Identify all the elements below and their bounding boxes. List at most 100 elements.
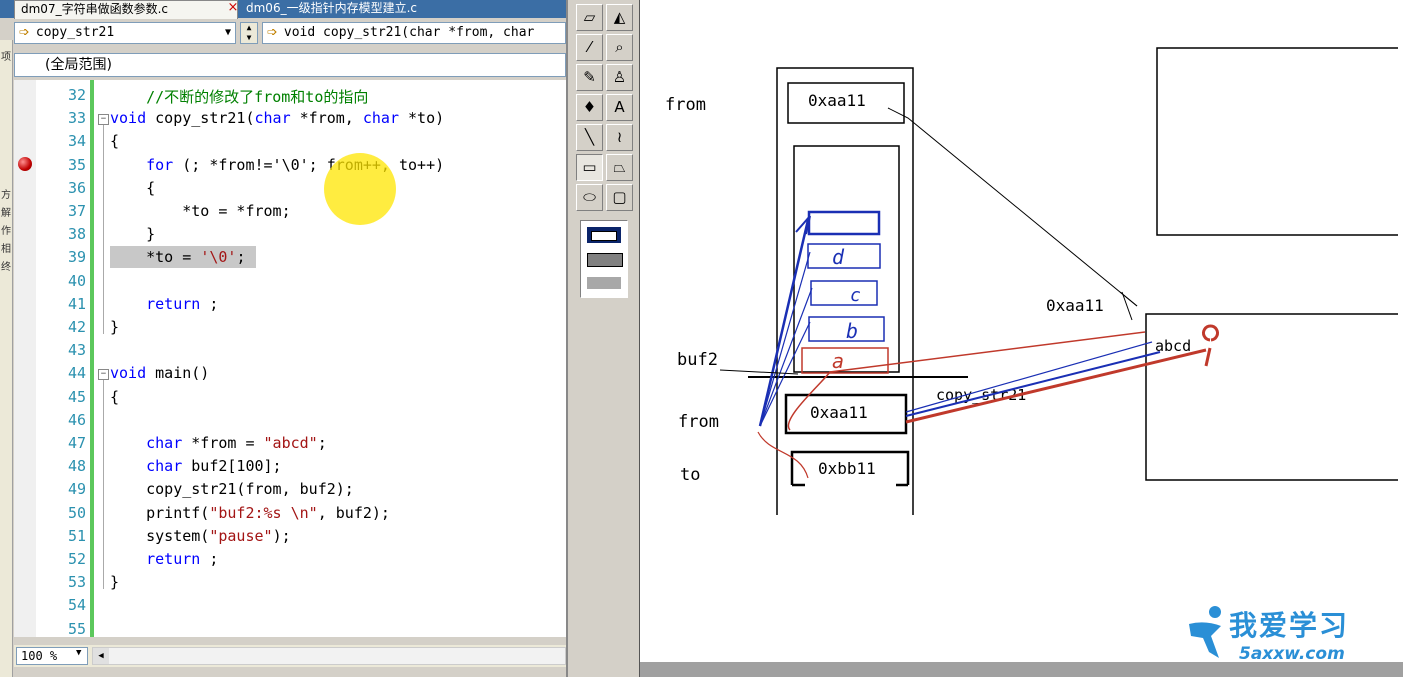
rounded-rect-tool-icon[interactable]: ▢ [606,184,633,211]
member-arrow-icon: ➩ [19,25,30,40]
line-number: 46 [67,410,86,429]
eraser-tool-icon[interactable]: ▱ [576,4,603,31]
buf2-cell-3 [810,280,878,306]
horizontal-scrollbar[interactable]: ◀ [92,647,566,665]
line-number: 39 [67,248,86,267]
fill-style-outline-fill[interactable] [587,253,623,267]
code-token: ); [272,526,291,545]
magnifier-tool-icon[interactable]: ⌕ [606,34,633,61]
code-line[interactable]: copy_str21(from, buf2); [110,480,354,498]
airbrush-tool-icon[interactable]: ♦ [576,94,603,121]
tab-dm07[interactable]: dm07_字符串做函数参数.c [14,0,238,19]
code-line[interactable]: *to = '\0'; [110,248,245,266]
code-line[interactable]: void copy_str21(char *from, char *to) [110,109,444,127]
fill-tool-icon[interactable]: ◭ [606,4,633,31]
strip-label[interactable]: 相 [0,240,12,255]
strip-label[interactable]: 解 [0,204,12,219]
curve-tool-icon[interactable]: ≀ [606,124,633,151]
buf2-char: d [832,245,845,269]
signature-combo[interactable]: ➩ void copy_str21(char *from, char [262,22,566,44]
code-line[interactable]: { [110,132,119,150]
fold-toggle-icon[interactable]: − [98,369,109,381]
code-line[interactable]: for (; *from!='\0'; from++, to++) [110,156,444,174]
buf2-cell-1 [801,347,889,374]
code-token: ; [200,294,219,313]
fill-style-outline[interactable] [587,227,621,243]
pointer-arrow-red-curve [757,431,809,479]
code-line[interactable]: } [110,225,155,243]
code-token: , buf2); [317,503,390,522]
code-token: void [110,109,147,128]
line-number: 53 [67,573,86,592]
arrowhead [1121,291,1133,321]
code-line[interactable]: //不断的修改了from和to的指向 [110,86,368,107]
heap-content: abcd [1155,337,1191,355]
code-token: char [146,434,183,452]
code-token: *from, [290,109,363,128]
strip-label[interactable]: 终 [0,258,12,273]
code-line[interactable]: *to = *from; [110,202,290,220]
signature-combo-value: void copy_str21(char *from, char [283,25,535,40]
label-to: to [680,465,700,485]
code-line[interactable]: } [110,318,119,336]
code-line[interactable]: { [110,179,155,197]
scope-combo[interactable]: (全局范围) [14,53,566,77]
paint-canvas[interactable]: d c b a from buf2 from to 0xaa11 0xaa11 … [640,0,1403,677]
line-number: 40 [67,271,86,290]
strip-label[interactable]: 方 [0,186,12,201]
split-spinner[interactable]: ▲ ▼ [240,22,258,44]
breakpoint-icon[interactable] [18,157,32,171]
code-line[interactable]: printf("buf2:%s \n", buf2); [110,504,390,522]
chevron-down-icon[interactable]: ▼ [76,648,81,658]
strip-label[interactable]: 项 [0,48,12,63]
code-token: copy_str21( [146,109,255,128]
function-combo[interactable]: ➩ copy_str21 ▼ [14,22,236,44]
strip-label[interactable]: 作 [0,222,12,237]
code-line[interactable]: char buf2[100]; [110,457,281,476]
polygon-tool-icon[interactable]: ⏢ [606,154,633,181]
ellipse-tool-icon[interactable]: ⬭ [576,184,603,211]
code-line[interactable]: void main() [110,364,209,382]
code-line[interactable]: char *from = "abcd"; [110,434,327,452]
tab-dm06[interactable]: dm06_一级指针内存模型建立.c [240,0,566,18]
brush-tool-icon[interactable]: ♙ [606,64,633,91]
pencil-tool-icon[interactable]: ✎ [576,64,603,91]
fold-toggle-icon[interactable]: − [98,114,109,126]
line-style-options[interactable] [580,220,628,298]
watermark-text: 我爱学习 [1229,609,1350,642]
line-tool-icon[interactable]: ╲ [576,124,603,151]
line-number: 55 [67,619,86,638]
code-token: } [110,318,120,336]
fill-style-solid[interactable] [587,277,621,289]
close-tab-icon[interactable]: × [226,0,240,18]
rectangle-tool-icon[interactable]: ▭ [576,154,603,181]
buf2-char: c [850,285,861,306]
code-token: return [146,294,201,313]
line-number: 45 [67,387,86,406]
color-picker-tool-icon[interactable]: ⁄ [576,34,603,61]
indicator-margin[interactable] [14,80,36,637]
code-editor[interactable]: //不断的修改了from和to的指向 void copy_str21(char *… [14,80,566,638]
code-line[interactable]: return ; [110,550,218,568]
code-token: *to = [110,248,201,267]
text-tool-icon[interactable]: A [606,94,633,121]
code-line[interactable]: } [110,573,119,591]
code-token: return [146,550,201,568]
code-token: char [146,457,183,476]
line-number: 47 [67,434,86,452]
code-token: { [110,132,120,151]
scroll-left-icon[interactable]: ◀ [93,648,109,664]
code-line[interactable]: system("pause"); [110,527,291,545]
solution-explorer-strip[interactable]: 项方解作相终 [0,40,13,677]
line-number: 41 [67,294,86,313]
line-number: 37 [67,202,86,220]
line-number: 50 [67,503,86,522]
fold-guide [103,380,104,590]
code-token: (; *from!='\0'; from++, to++) [173,155,445,174]
code-token: { [110,178,156,197]
chevron-down-icon[interactable]: ▼ [225,23,231,43]
code-line[interactable]: return ; [110,295,218,313]
code-line[interactable]: { [110,388,119,406]
mouse-cursor-highlight [324,153,396,225]
